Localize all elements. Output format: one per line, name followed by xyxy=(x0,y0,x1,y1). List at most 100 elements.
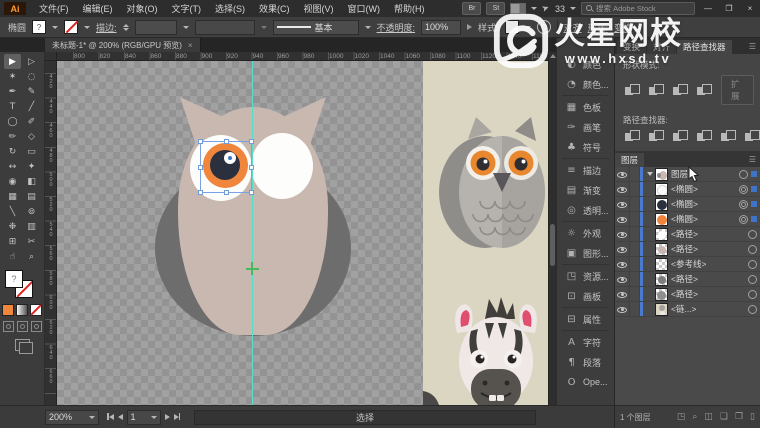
mesh-tool[interactable]: ▦ xyxy=(4,189,21,204)
layer-row-5[interactable]: <路径> xyxy=(615,242,760,257)
shape-mode-minus-front-icon[interactable] xyxy=(649,84,664,97)
lock-toggle[interactable] xyxy=(630,212,640,226)
reference-image[interactable] xyxy=(423,61,548,405)
color-panel-button[interactable]: ◐颜色 xyxy=(557,54,614,74)
target-circle[interactable] xyxy=(739,200,748,209)
stroke-weight-stepper[interactable] xyxy=(123,24,129,31)
target-circle[interactable] xyxy=(748,230,757,239)
target-circle[interactable] xyxy=(748,245,757,254)
layer-row-9[interactable]: <链...> xyxy=(615,302,760,317)
menu-3[interactable]: 文字(T) xyxy=(165,2,209,15)
stroke-style-dropdown[interactable]: 基本 xyxy=(273,20,359,35)
lock-toggle[interactable] xyxy=(630,167,640,181)
layer-row-6[interactable]: <参考线> xyxy=(615,257,760,272)
lasso-tool[interactable]: ◌ xyxy=(23,69,40,84)
stroke-weight-field[interactable] xyxy=(135,20,177,35)
stock-button[interactable]: St xyxy=(486,2,505,15)
symbols-panel-button[interactable]: ♣符号 xyxy=(557,137,614,157)
pathfinder-trim-icon[interactable] xyxy=(649,130,664,143)
visibility-toggle[interactable] xyxy=(615,287,630,301)
workspace-badge[interactable]: 33 xyxy=(555,4,565,14)
target-circle[interactable] xyxy=(748,290,757,299)
transparency-panel-button[interactable]: ◎透明... xyxy=(557,200,614,220)
chevron-down-icon[interactable] xyxy=(261,26,267,29)
layer-name[interactable]: <路径> xyxy=(671,243,698,255)
gradient-button[interactable] xyxy=(16,304,28,316)
pathfinder-divide-icon[interactable] xyxy=(625,130,640,143)
layer-row-8[interactable]: <路径> xyxy=(615,287,760,302)
workspace-switcher-icon[interactable] xyxy=(510,3,526,14)
share-icon[interactable]: ➤ xyxy=(541,3,552,15)
tab-pathfinder[interactable]: 路径查找器 xyxy=(677,40,732,54)
blend-tool[interactable]: ⊚ xyxy=(23,204,40,219)
selection-handle[interactable] xyxy=(249,165,254,170)
chevron-down-icon[interactable] xyxy=(84,26,90,29)
lock-toggle[interactable] xyxy=(630,197,640,211)
chevron-right-icon[interactable] xyxy=(467,24,472,30)
swatches-panel-button[interactable]: ▦色板 xyxy=(557,97,614,117)
width-tool[interactable]: ↔ xyxy=(4,159,21,174)
restore-button[interactable]: ❐ xyxy=(721,2,737,15)
shape-mode-exclude-icon[interactable] xyxy=(697,84,712,97)
pathfinder-outline-icon[interactable] xyxy=(721,130,736,143)
screen-mode-icon[interactable] xyxy=(15,339,30,351)
align-button[interactable]: 对齐 xyxy=(564,21,582,34)
chevron-down-icon[interactable] xyxy=(52,26,58,29)
visibility-toggle[interactable] xyxy=(615,197,630,211)
close-button[interactable]: × xyxy=(742,2,758,15)
menu-8[interactable]: 帮助(H) xyxy=(387,2,432,15)
opacity-field[interactable]: 100% xyxy=(421,20,461,35)
shape-mode-unite-icon[interactable] xyxy=(625,84,640,97)
layer-row-4[interactable]: <路径> xyxy=(615,227,760,242)
none-button[interactable] xyxy=(30,304,42,316)
brushes-panel-button[interactable]: ✑画笔 xyxy=(557,117,614,137)
first-artboard-button[interactable] xyxy=(107,412,114,422)
layer-name[interactable]: <参考线> xyxy=(671,258,706,270)
magic-wand-tool[interactable]: ✶ xyxy=(4,69,21,84)
target-circle[interactable] xyxy=(739,185,748,194)
properties-panel-button[interactable]: ⊟属性 xyxy=(557,309,614,329)
selection-indicator[interactable] xyxy=(751,171,757,177)
pencil-tool[interactable]: ✏ xyxy=(4,129,21,144)
visibility-toggle[interactable] xyxy=(615,272,630,286)
chevron-down-icon[interactable] xyxy=(525,26,531,29)
layer-row-7[interactable]: <路径> xyxy=(615,272,760,287)
chevron-down-icon[interactable] xyxy=(183,26,189,29)
vertical-scrollbar[interactable] xyxy=(548,52,556,405)
new-layer-icon[interactable]: ❐ xyxy=(735,412,743,422)
brush-definition-dropdown[interactable] xyxy=(195,20,255,35)
next-artboard-button[interactable] xyxy=(165,414,170,420)
color-guide-panel-button[interactable]: ◔颜色... xyxy=(557,74,614,94)
line-segment-tool[interactable]: ╱ xyxy=(23,99,40,114)
previous-artboard-button[interactable] xyxy=(118,414,123,420)
opacity-label[interactable]: 不透明度: xyxy=(377,21,416,34)
layer-name[interactable]: <路径> xyxy=(671,273,698,285)
draw-inside-icon[interactable] xyxy=(31,321,42,332)
tab-align[interactable]: 对齐 xyxy=(647,40,676,54)
chevron-down-icon[interactable] xyxy=(365,26,371,29)
artboard-number-dropdown[interactable]: 1 xyxy=(127,410,161,425)
scrollbar-thumb[interactable] xyxy=(550,224,555,266)
stroke-weight-label[interactable]: 描边: xyxy=(96,21,117,34)
selection-indicator[interactable] xyxy=(751,216,757,222)
selection-handle[interactable] xyxy=(198,165,203,170)
type-tool[interactable]: T xyxy=(4,99,21,114)
selection-indicator[interactable] xyxy=(751,201,757,207)
document-tab[interactable]: 未标题-1* @ 200% (RGB/GPU 预览) × xyxy=(45,38,201,52)
menu-6[interactable]: 视图(V) xyxy=(297,2,341,15)
lock-toggle[interactable] xyxy=(630,242,640,256)
new-sublayer-icon[interactable]: ❏ xyxy=(720,412,728,422)
target-circle[interactable] xyxy=(739,215,748,224)
layer-row-3[interactable]: <椭圆> xyxy=(615,212,760,227)
visibility-toggle[interactable] xyxy=(615,227,630,241)
slice-tool[interactable]: ✂ xyxy=(23,234,40,249)
visibility-toggle[interactable] xyxy=(615,182,630,196)
owl-right-eye-white[interactable] xyxy=(251,133,313,199)
collect-for-export-icon[interactable]: ◳ xyxy=(677,412,686,422)
color-button[interactable] xyxy=(2,304,14,316)
panel-menu-icon[interactable]: ☰ xyxy=(749,155,756,164)
shape-builder-tool[interactable]: ◉ xyxy=(4,174,21,189)
transform-button[interactable]: 变换 xyxy=(614,21,632,34)
search-input[interactable]: 搜索 Adobe Stock xyxy=(581,2,695,15)
rotate-tool[interactable]: ↻ xyxy=(4,144,21,159)
